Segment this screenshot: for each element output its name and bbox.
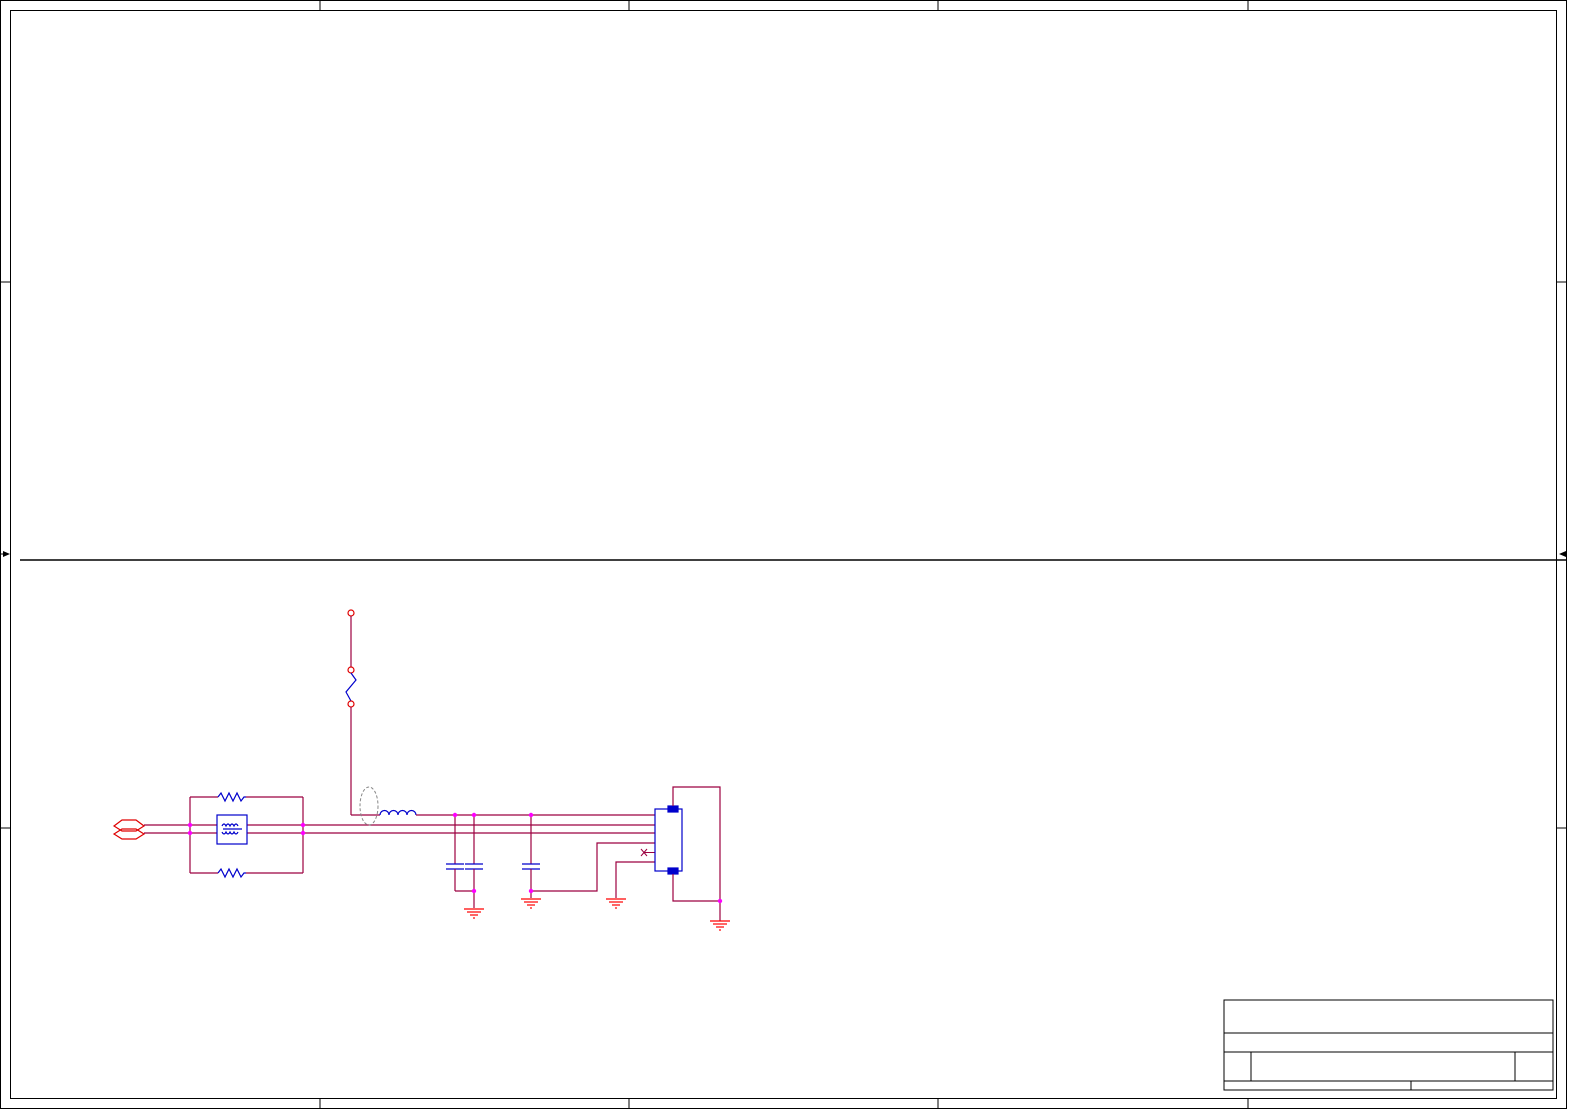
- resistor-icon: [217, 791, 246, 803]
- resistor-icon: [217, 867, 246, 879]
- connector-icon: [654, 786, 721, 921]
- circuit: [112, 609, 730, 931]
- section-divider: [0, 551, 1566, 561]
- inductor-icon: [379, 809, 417, 816]
- common-mode-choke-icon: [216, 814, 248, 845]
- capacitor-icon: [446, 863, 464, 870]
- capacitor-icon: [522, 863, 540, 870]
- fuse-branch: [345, 609, 380, 816]
- off-page-connector-icon: [112, 819, 146, 840]
- capacitor-icon: [465, 863, 483, 870]
- schematic-sheet: [0, 0, 1567, 1109]
- capacitor-group: [446, 815, 655, 908]
- test-point-icon: [347, 609, 355, 617]
- ferrite-loop-icon: [359, 786, 379, 826]
- input-wires: [144, 796, 655, 874]
- ground-icon: [606, 898, 626, 909]
- no-connect-icon: [640, 848, 655, 857]
- ground-icon: [710, 920, 730, 931]
- fuse-icon: [345, 672, 357, 702]
- arrow-left-icon: [1559, 551, 1566, 557]
- ground-icon: [521, 898, 541, 909]
- ground-icon: [464, 908, 484, 919]
- title-block: [1223, 999, 1554, 1091]
- zone-ticks-icon: [0, 0, 1566, 1108]
- sheet-frame: [0, 0, 1567, 1109]
